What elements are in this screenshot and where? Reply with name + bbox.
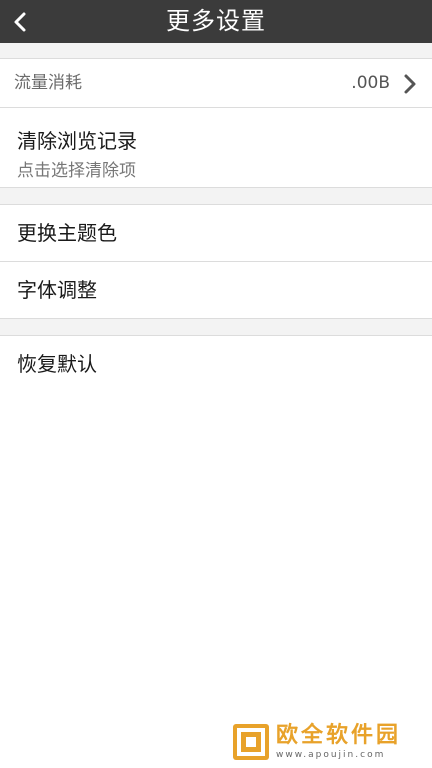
watermark-url: www.apoujin.com bbox=[276, 750, 386, 760]
change-theme-label: 更换主题色 bbox=[17, 221, 117, 245]
clear-history-row[interactable]: 清除浏览记录 点击选择清除项 bbox=[0, 108, 432, 188]
traffic-usage-row[interactable]: 流量消耗 .00B bbox=[0, 59, 432, 108]
section-divider bbox=[0, 188, 432, 205]
top-bar: 更多设置 bbox=[0, 0, 432, 43]
clear-history-subtitle: 点击选择清除项 bbox=[17, 161, 136, 181]
traffic-usage-value: .00B bbox=[351, 73, 390, 93]
font-adjust-row[interactable]: 字体调整 bbox=[0, 262, 432, 319]
restore-defaults-row[interactable]: 恢复默认 bbox=[0, 336, 432, 393]
page-title: 更多设置 bbox=[166, 7, 266, 35]
restore-defaults-label: 恢复默认 bbox=[17, 352, 97, 376]
clear-history-label: 清除浏览记录 bbox=[17, 129, 137, 153]
watermark-title: 欧全软件园 bbox=[276, 723, 402, 748]
watermark: 欧全软件园 www.apoujin.com bbox=[232, 720, 428, 764]
font-adjust-label: 字体调整 bbox=[17, 278, 97, 302]
watermark-logo-icon bbox=[233, 724, 269, 760]
section-divider bbox=[0, 43, 432, 59]
empty-area bbox=[0, 392, 432, 768]
chevron-right-icon bbox=[404, 74, 416, 94]
change-theme-row[interactable]: 更换主题色 bbox=[0, 205, 432, 262]
section-divider bbox=[0, 319, 432, 336]
traffic-usage-label: 流量消耗 bbox=[14, 73, 82, 93]
